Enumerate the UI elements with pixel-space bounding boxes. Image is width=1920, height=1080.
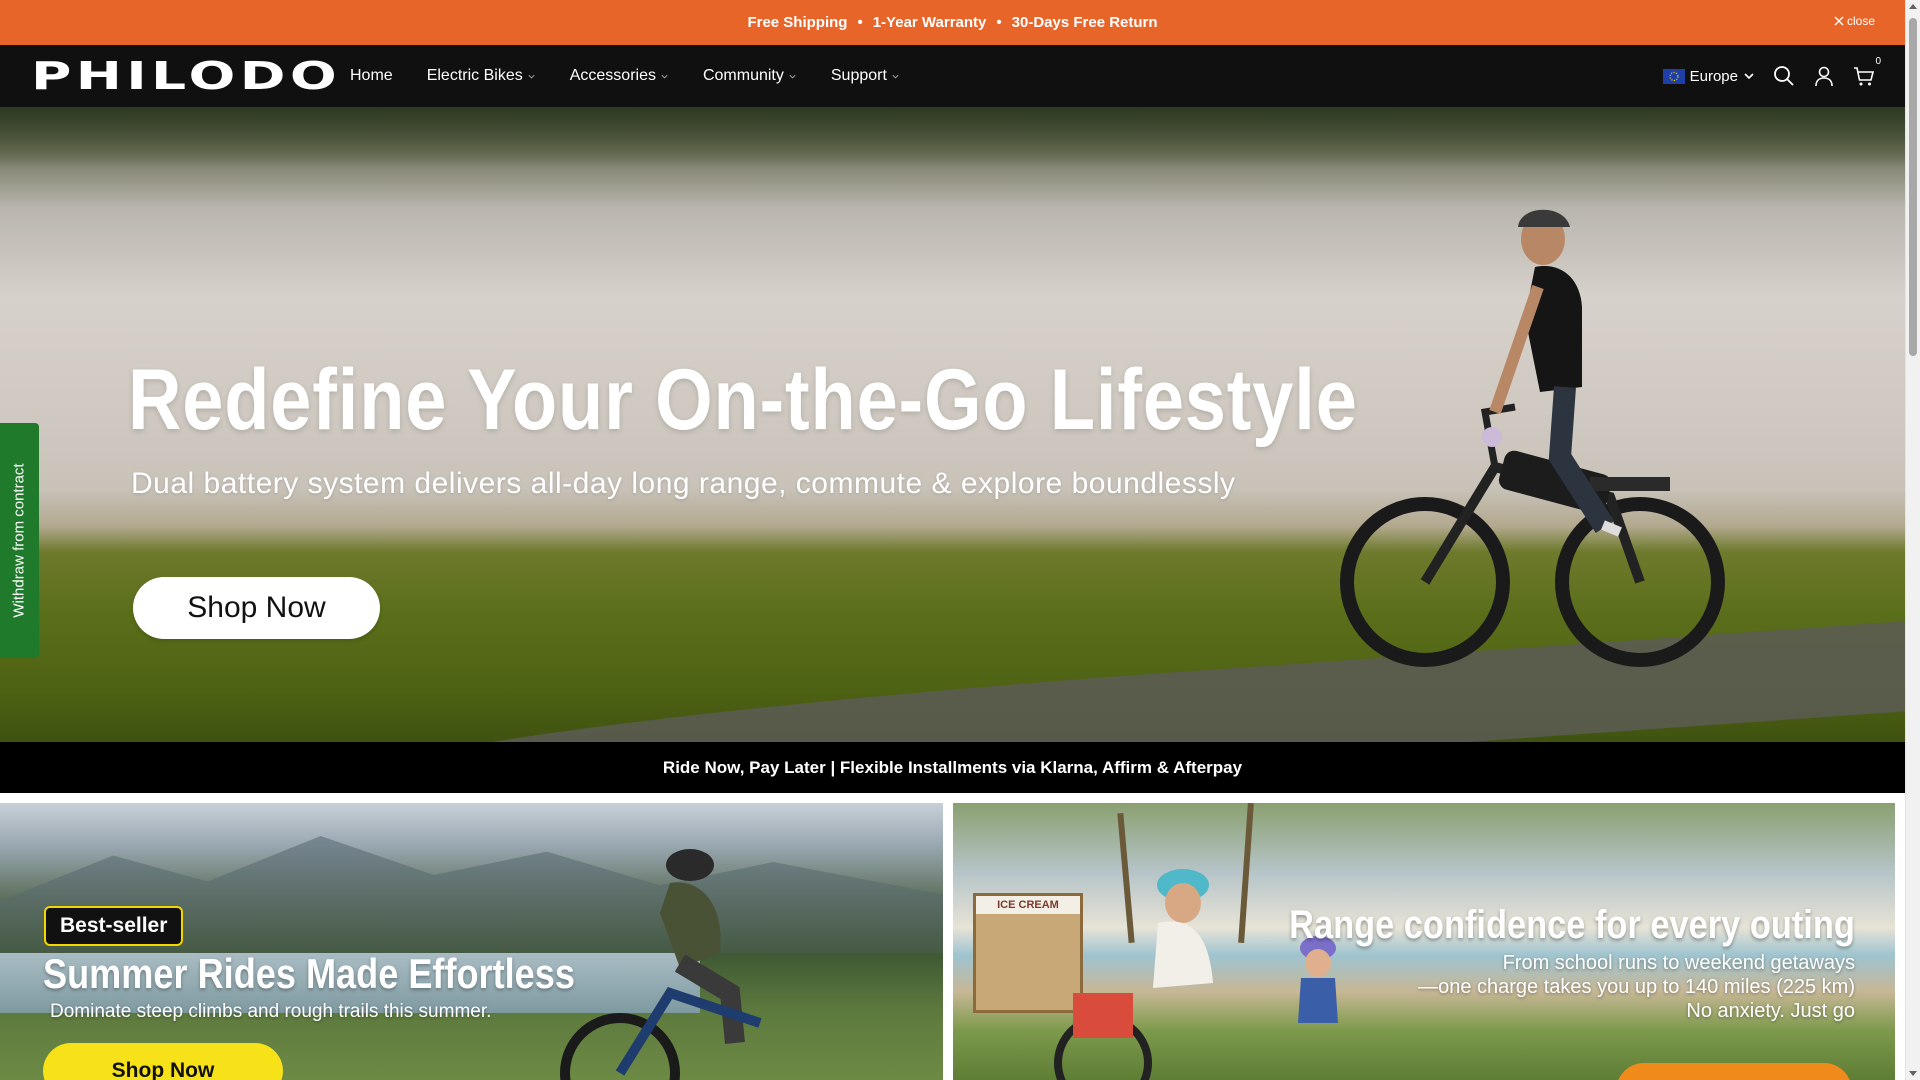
cart-icon <box>1854 67 1875 86</box>
search-button[interactable] <box>1773 65 1795 87</box>
payment-promo-text: Ride Now, Pay Later | Flexible Installme… <box>662 757 1243 777</box>
scroll-down-arrow-icon[interactable] <box>1909 1071 1917 1076</box>
summer-rides-subtitle: Dominate steep climbs and rough trails t… <box>50 1001 492 1022</box>
best-seller-badge: Best-seller <box>44 906 184 946</box>
nav-item-label: Accessories <box>569 67 656 84</box>
range-shop-button[interactable] <box>1616 1063 1852 1080</box>
announcement-warranty: 1-Year Warranty <box>872 14 987 31</box>
search-icon <box>1774 66 1794 86</box>
main-nav: Home Electric Bikes Accessories Communit… <box>350 67 934 85</box>
chevron-down-icon <box>789 74 796 78</box>
family-riders-illustration <box>1054 869 1338 1080</box>
region-label: Europe <box>1689 67 1738 85</box>
close-announcement-button[interactable]: close <box>1834 14 1875 28</box>
page-scrollbar[interactable] <box>1905 0 1920 1080</box>
summer-shop-now-button[interactable]: Shop Now <box>43 1043 283 1080</box>
nav-item-electric-bikes[interactable]: Electric Bikes <box>427 67 536 85</box>
separator-dot: • <box>996 14 1002 31</box>
hero-title: Redefine Your On-the-Go Lifestyle <box>128 352 1358 448</box>
range-confidence-card[interactable]: ICE CREAM Range confidence for every out… <box>953 803 1895 1080</box>
summer-rides-title: Summer Rides Made Effortless <box>43 950 575 997</box>
scrollbar-thumb[interactable] <box>1909 18 1917 356</box>
page: Free Shipping • 1-Year Warranty • 30-Day… <box>0 0 1920 1080</box>
hero-rider-illustration <box>1340 209 1725 667</box>
cart-button[interactable]: 0 <box>1853 56 1881 87</box>
logo-text: PHILODO <box>31 54 342 98</box>
scroll-up-arrow-icon[interactable] <box>1909 4 1917 9</box>
announcement-free-shipping: Free Shipping <box>747 14 848 31</box>
hero-treeline <box>0 107 1905 167</box>
range-confidence-title: Range confidence for every outing <box>1289 903 1855 947</box>
hero-subtitle: Dual battery system delivers all-day lon… <box>131 467 1236 500</box>
header-actions: Europe 0 <box>1662 45 1881 107</box>
site-header: PHILODO Home Electric Bikes Accessories … <box>0 45 1905 107</box>
nav-item-home[interactable]: Home <box>350 67 393 85</box>
announcement-return: 30-Days Free Return <box>1011 14 1158 31</box>
summer-rides-card[interactable]: Best-seller Summer Rides Made Effortless… <box>0 803 943 1080</box>
nav-item-support[interactable]: Support <box>831 67 900 85</box>
close-label: close <box>1846 14 1875 28</box>
nav-item-label: Home <box>350 67 393 84</box>
user-icon <box>1815 66 1833 87</box>
range-line-3: No anxiety. Just go <box>1686 1000 1855 1022</box>
chevron-down-icon <box>1744 73 1754 80</box>
region-selector[interactable]: Europe <box>1662 67 1755 85</box>
logo[interactable]: PHILODO <box>31 57 337 95</box>
hero-banner[interactable]: Redefine Your On-the-Go Lifestyle Dual b… <box>0 107 1905 742</box>
range-line-1: From school runs to weekend getaways <box>1502 952 1855 974</box>
cart-count-badge: 0 <box>1875 56 1881 67</box>
nav-item-community[interactable]: Community <box>703 67 797 85</box>
chevron-down-icon <box>892 74 899 78</box>
hero-shop-now-button[interactable]: Shop Now <box>133 577 380 639</box>
payment-promo-bar: Ride Now, Pay Later | Flexible Installme… <box>0 742 1905 793</box>
withdraw-contract-tab[interactable]: Withdraw from contract <box>0 423 39 658</box>
cyclist-illustration <box>560 849 762 1080</box>
announcement-bar: Free Shipping • 1-Year Warranty • 30-Day… <box>0 0 1905 45</box>
nav-item-label: Electric Bikes <box>426 67 523 84</box>
nav-item-accessories[interactable]: Accessories <box>570 67 669 85</box>
eu-flag-icon <box>1662 68 1685 84</box>
range-line-2: —one charge takes you up to 140 miles (2… <box>1418 976 1855 998</box>
chevron-down-icon <box>661 74 668 78</box>
chevron-down-icon <box>528 74 535 78</box>
withdraw-contract-label: Withdraw from contract <box>11 463 28 618</box>
separator-dot: • <box>857 14 863 31</box>
account-button[interactable] <box>1813 65 1835 87</box>
close-icon <box>1834 16 1844 26</box>
nav-item-label: Community <box>702 67 784 84</box>
range-confidence-body: From school runs to weekend getaways —on… <box>1418 951 1855 1023</box>
nav-item-label: Support <box>830 67 887 84</box>
